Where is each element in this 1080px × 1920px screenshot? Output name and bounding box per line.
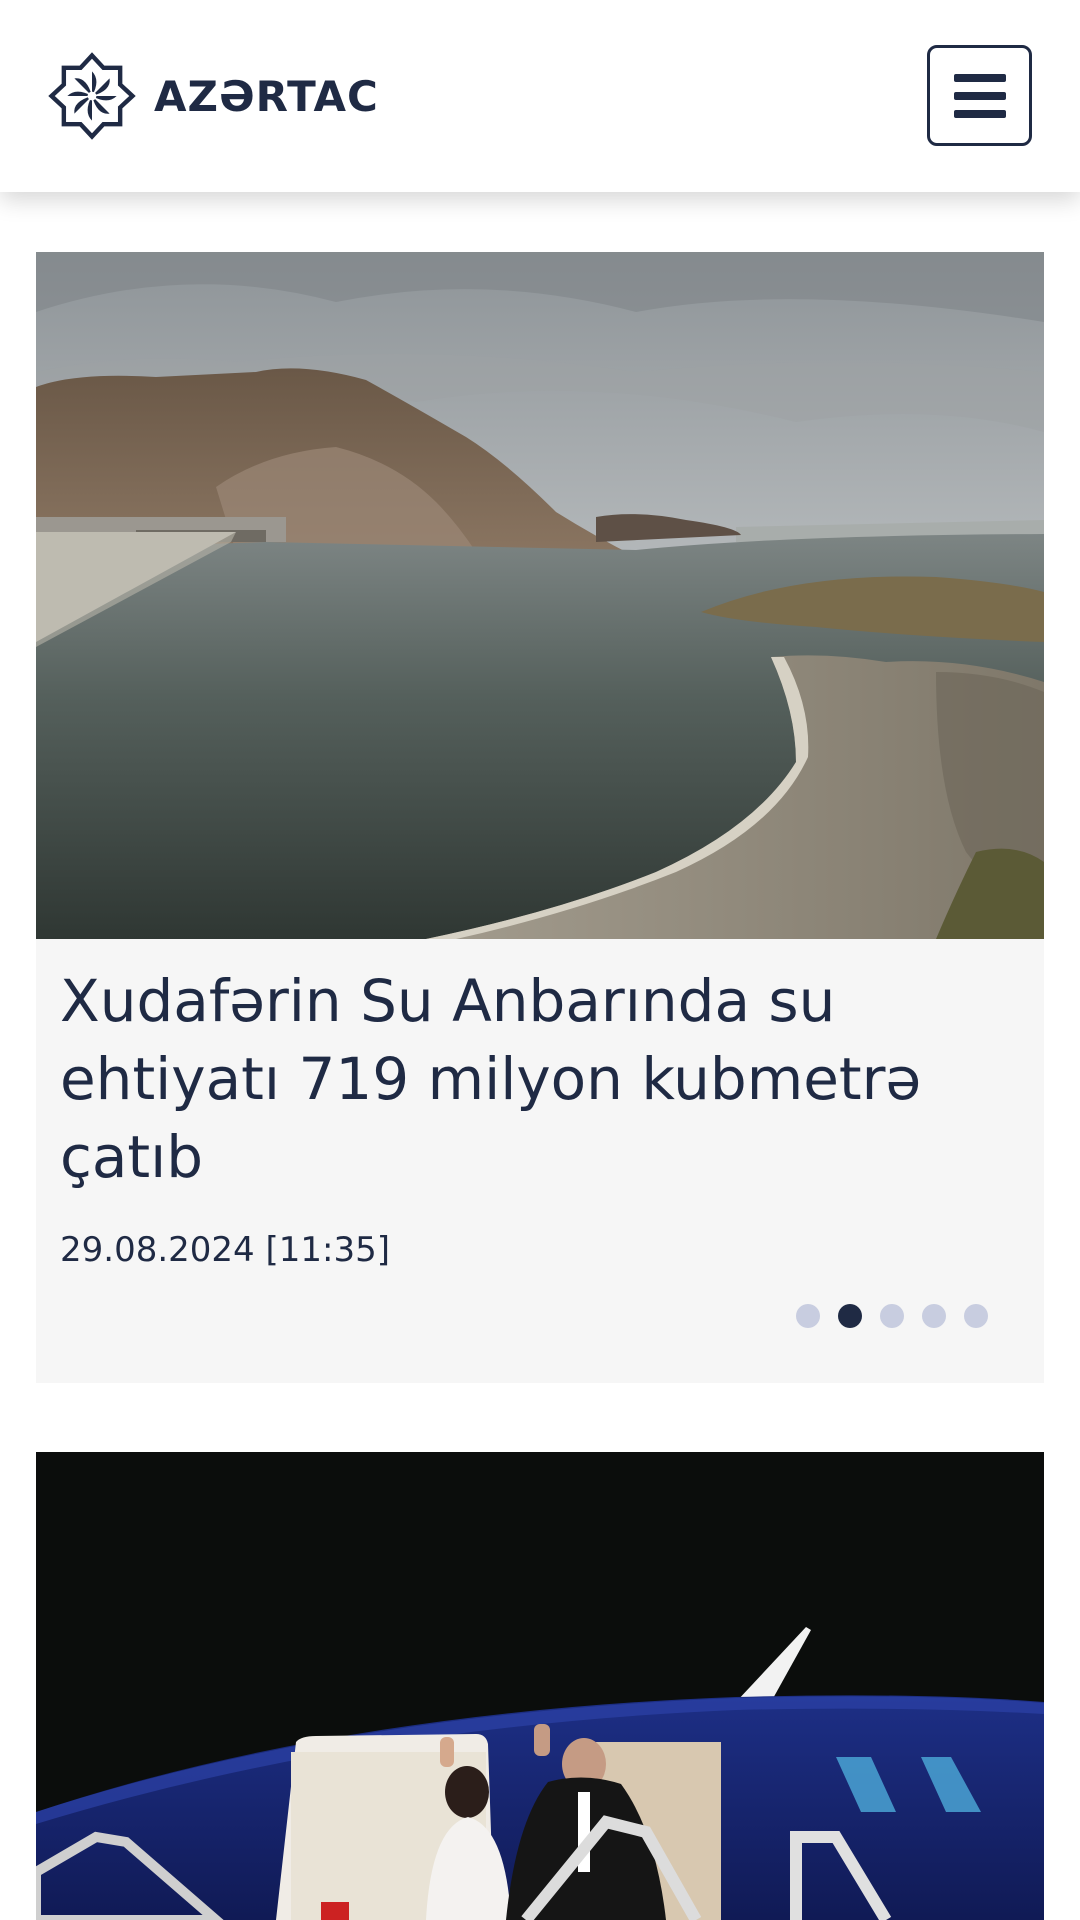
carousel-indicators (796, 1304, 988, 1328)
carousel-dot-4[interactable] (922, 1304, 946, 1328)
azertac-logo-icon (48, 52, 136, 140)
reservoir-photo[interactable] (36, 252, 1044, 939)
carousel-dot-3[interactable] (880, 1304, 904, 1328)
brand-name: AZƏRTAC (154, 71, 379, 121)
logo-link[interactable]: AZƏRTAC (48, 52, 379, 140)
carousel-dot-1[interactable] (796, 1304, 820, 1328)
menu-button[interactable] (927, 45, 1032, 146)
second-article-card[interactable] (36, 1452, 1044, 1920)
article-date: 29.08.2024 [11:35] (60, 1230, 390, 1270)
airplane-departure-photo[interactable] (36, 1452, 1044, 1920)
featured-article-card[interactable]: Xudafərin Su Anbarında su ehtiyatı 719 m… (36, 252, 1044, 1383)
hamburger-menu-icon (953, 73, 1006, 82)
carousel-dot-2[interactable] (838, 1304, 862, 1328)
site-header: AZƏRTAC (0, 0, 1080, 192)
article-title[interactable]: Xudafərin Su Anbarında su ehtiyatı 719 m… (60, 962, 1000, 1196)
carousel-dot-5[interactable] (964, 1304, 988, 1328)
